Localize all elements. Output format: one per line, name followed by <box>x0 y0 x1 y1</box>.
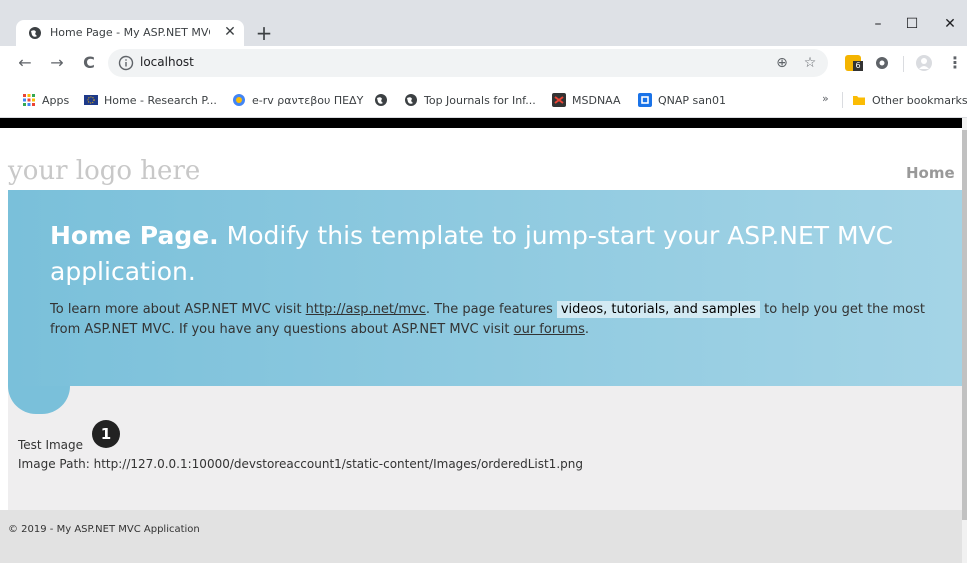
profile-avatar-icon[interactable] <box>916 55 932 71</box>
globe-icon <box>405 94 417 106</box>
bookmark-star-icon[interactable]: ☆ <box>802 55 818 71</box>
browser-toolbar: ← → C localhost ⊕ ☆ 6 ⋮ <box>0 46 967 80</box>
top-black-bar <box>0 118 962 128</box>
scrollbar-thumb[interactable] <box>962 130 967 520</box>
other-bookmarks-folder[interactable]: Other bookmarks <box>852 92 967 108</box>
extension-badge: 6 <box>853 61 863 71</box>
chrome-menu-icon[interactable]: ⋮ <box>946 54 964 72</box>
qnap-icon <box>638 93 652 107</box>
person-icon <box>919 58 929 69</box>
new-tab-button[interactable]: + <box>254 23 274 44</box>
address-bar[interactable]: localhost ⊕ ☆ <box>108 49 828 77</box>
bookmark-pedy[interactable]: e-rv ραντεβου ΠΕΔΥ <box>232 92 363 108</box>
featured-text: To learn more about ASP.NET MVC visit <box>50 302 306 317</box>
folder-icon <box>853 96 865 105</box>
featured-paragraph: To learn more about ASP.NET MVC visit ht… <box>50 300 940 340</box>
site-footer: © 2019 - My ASP.NET MVC Application <box>0 510 962 563</box>
page-scrollbar[interactable] <box>962 118 967 563</box>
tab-strip: Home Page - My ASP.NET MVC A ✕ + – ☐ ✕ <box>0 0 967 46</box>
url-text: localhost <box>140 55 194 69</box>
bookmark-apps[interactable]: Apps <box>22 92 69 108</box>
main-content: Test Image 1 Image Path: http://127.0.0.… <box>8 386 962 510</box>
zoom-icon[interactable]: ⊕ <box>774 55 790 71</box>
featured-title: Home Page. Modify this template to jump-… <box>50 218 930 290</box>
circle-icon <box>876 57 888 69</box>
back-button[interactable]: ← <box>16 54 34 72</box>
bookmark-label: MSDNAA <box>572 93 621 107</box>
more-bookmarks-button[interactable]: » <box>822 92 829 105</box>
browser-tab[interactable]: Home Page - My ASP.NET MVC A ✕ <box>16 20 244 46</box>
forums-link[interactable]: our forums <box>514 322 585 337</box>
globe-icon <box>375 94 387 106</box>
msdnaa-icon <box>552 93 566 107</box>
test-image-label: Test Image <box>18 438 84 452</box>
featured-title-bold: Home Page. <box>50 221 219 250</box>
site-logo[interactable]: your logo here <box>8 156 200 186</box>
extension-icon[interactable]: 6 <box>845 55 863 71</box>
bookmark-label: Home - Research P... <box>104 93 217 107</box>
bookmark-journals[interactable]: Top Journals for Inf... <box>404 92 536 108</box>
bookmark-globe[interactable] <box>374 92 394 108</box>
featured-text: . The page features <box>425 302 557 317</box>
toolbar-divider <box>903 56 904 72</box>
record-extension-icon[interactable] <box>874 55 890 71</box>
bookmark-qnap[interactable]: QNAP san01 <box>638 92 726 108</box>
globe-icon <box>233 94 245 106</box>
bookmark-label: e-rv ραντεβου ΠΕΔΥ <box>252 93 364 107</box>
bookmark-msdnaa[interactable]: MSDNAA <box>552 92 621 108</box>
nav-home-link[interactable]: Home <box>906 164 955 182</box>
featured-text: . <box>584 322 589 337</box>
globe-icon <box>29 27 41 39</box>
bookmark-research[interactable]: Home - Research P... <box>84 92 217 108</box>
bookmark-label: Top Journals for Inf... <box>424 93 536 107</box>
apps-grid-icon <box>23 94 35 106</box>
copyright-text: © 2019 - My ASP.NET MVC Application <box>8 524 200 535</box>
bookmark-divider <box>842 92 843 108</box>
bookmark-label: Apps <box>42 93 70 107</box>
tab-title: Home Page - My ASP.NET MVC A <box>50 26 210 39</box>
featured-section: Home Page. Modify this template to jump-… <box>8 190 962 386</box>
close-window-button[interactable]: ✕ <box>928 12 967 36</box>
asp-net-mvc-link[interactable]: http://asp.net/mvc <box>306 302 426 317</box>
featured-highlight: videos, tutorials, and samples <box>556 301 760 318</box>
info-icon[interactable] <box>118 55 134 71</box>
bookmarks-bar: Apps Home - Research P... e-rv ραντεβου … <box>0 80 967 118</box>
image-path-label: Image Path: http://127.0.0.1:10000/devst… <box>18 457 583 471</box>
ordered-list-badge: 1 <box>92 420 120 448</box>
eu-flag-icon <box>84 95 98 105</box>
bookmark-label: Other bookmarks <box>872 93 967 107</box>
bookmark-label: QNAP san01 <box>658 93 726 107</box>
forward-button[interactable]: → <box>48 54 66 72</box>
tab-close-icon[interactable]: ✕ <box>221 23 239 41</box>
reload-button[interactable]: C <box>80 54 98 72</box>
